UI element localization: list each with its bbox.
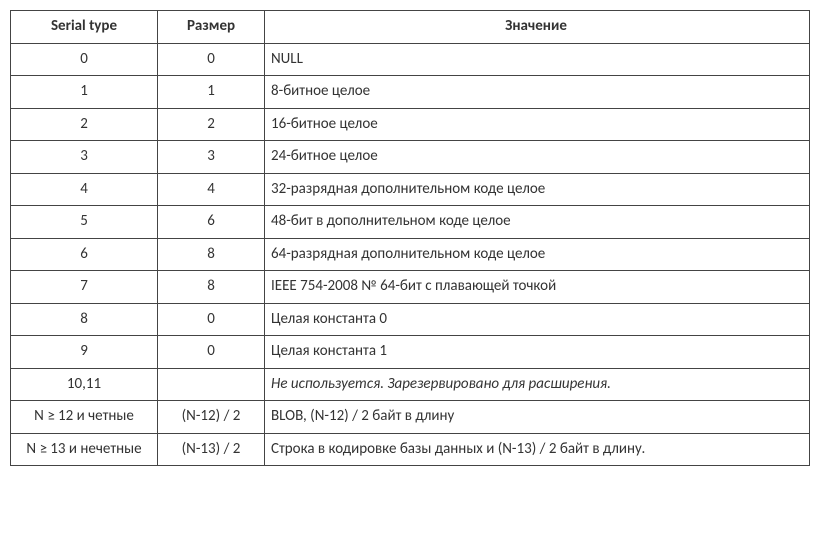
cell-value: 48-бит в дополнительном коде целое — [265, 206, 810, 239]
cell-serial: 0 — [11, 43, 158, 76]
table-row: 4432-разрядная дополнительном коде целое — [11, 173, 810, 206]
cell-serial: 5 — [11, 206, 158, 239]
cell-serial: 3 — [11, 141, 158, 174]
cell-value: BLOB, (N-12) / 2 байт в длину — [265, 401, 810, 434]
table-row: N ≥ 13 и нечетные(N-13) / 2Строка в коди… — [11, 433, 810, 466]
header-size: Размер — [158, 11, 265, 44]
header-serial: Serial type — [11, 11, 158, 44]
cell-value: Не используется. Зарезервировано для рас… — [265, 368, 810, 401]
cell-size: 8 — [158, 271, 265, 304]
table-row: 00NULL — [11, 43, 810, 76]
cell-value: 32-разрядная дополнительном коде целое — [265, 173, 810, 206]
cell-size: 6 — [158, 206, 265, 239]
cell-serial: 10,11 — [11, 368, 158, 401]
cell-serial: 6 — [11, 238, 158, 271]
serial-type-table: Serial type Размер Значение 00NULL118-би… — [10, 10, 810, 466]
cell-value: Строка в кодировке базы данных и (N-13) … — [265, 433, 810, 466]
cell-size: 1 — [158, 76, 265, 109]
table-row: 78IEEE 754-2008 № 64-бит с плавающей точ… — [11, 271, 810, 304]
table-row: 3324-битное целое — [11, 141, 810, 174]
cell-serial: 7 — [11, 271, 158, 304]
cell-value: 24-битное целое — [265, 141, 810, 174]
cell-serial: 1 — [11, 76, 158, 109]
cell-value: 64-разрядная дополнительном коде целое — [265, 238, 810, 271]
cell-size: 2 — [158, 108, 265, 141]
table-row: 10,11 Не используется. Зарезервировано дл… — [11, 368, 810, 401]
cell-serial: 2 — [11, 108, 158, 141]
table-row: 80Целая константа 0 — [11, 303, 810, 336]
cell-value: 8-битное целое — [265, 76, 810, 109]
table-row: 2216-битное целое — [11, 108, 810, 141]
cell-serial: N ≥ 13 и нечетные — [11, 433, 158, 466]
cell-value: IEEE 754-2008 № 64-бит с плавающей точко… — [265, 271, 810, 304]
cell-serial: 8 — [11, 303, 158, 336]
table-row: N ≥ 12 и четные(N-12) / 2BLOB, (N-12) / … — [11, 401, 810, 434]
header-row: Serial type Размер Значение — [11, 11, 810, 44]
cell-size: 4 — [158, 173, 265, 206]
cell-serial: N ≥ 12 и четные — [11, 401, 158, 434]
cell-size — [158, 368, 265, 401]
cell-size: 0 — [158, 303, 265, 336]
table-row: 90Целая константа 1 — [11, 336, 810, 369]
cell-size: (N-12) / 2 — [158, 401, 265, 434]
cell-size: (N-13) / 2 — [158, 433, 265, 466]
cell-size: 8 — [158, 238, 265, 271]
cell-size: 3 — [158, 141, 265, 174]
table-row: 5648-бит в дополнительном коде целое — [11, 206, 810, 239]
table-row: 6864-разрядная дополнительном коде целое — [11, 238, 810, 271]
table-row: 118-битное целое — [11, 76, 810, 109]
header-value: Значение — [265, 11, 810, 44]
cell-value: Целая константа 0 — [265, 303, 810, 336]
cell-size: 0 — [158, 43, 265, 76]
cell-value: Целая константа 1 — [265, 336, 810, 369]
cell-value: 16-битное целое — [265, 108, 810, 141]
cell-serial: 9 — [11, 336, 158, 369]
cell-serial: 4 — [11, 173, 158, 206]
cell-value: NULL — [265, 43, 810, 76]
cell-size: 0 — [158, 336, 265, 369]
